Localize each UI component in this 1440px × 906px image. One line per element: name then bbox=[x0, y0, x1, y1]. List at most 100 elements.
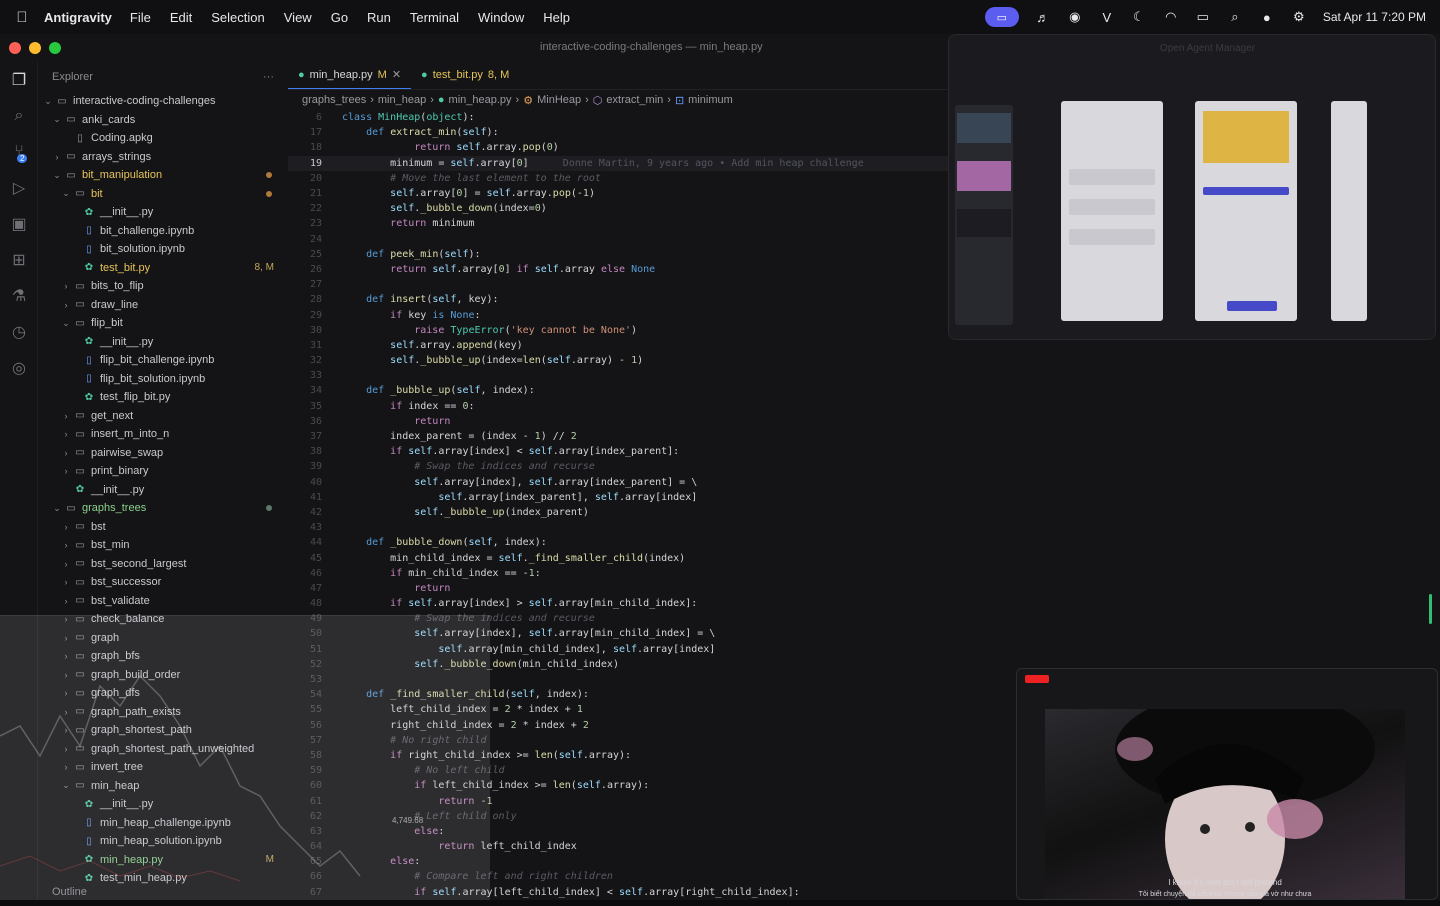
code-line[interactable]: 35 if index == 0: bbox=[288, 399, 948, 414]
code-line[interactable]: 34 def _bubble_up(self, index): bbox=[288, 383, 948, 398]
tab-test-bit[interactable]: ● test_bit.py 8, M bbox=[411, 61, 519, 89]
code-line[interactable]: 51 self.array[min_child_index], self.arr… bbox=[288, 642, 948, 657]
code-line[interactable]: 22 self._bubble_down(index=0) bbox=[288, 201, 948, 216]
menu-help[interactable]: Help bbox=[543, 10, 570, 25]
code-line[interactable]: 31 self.array.append(key) bbox=[288, 338, 948, 353]
tree-item[interactable]: ⌄ ▭ anki_cards bbox=[38, 111, 288, 130]
breadcrumb-item[interactable]: MinHeap bbox=[537, 94, 581, 106]
code-line[interactable]: 52 self._bubble_down(min_child_index) bbox=[288, 657, 948, 672]
design-preview-2[interactable] bbox=[1195, 101, 1297, 321]
tree-item[interactable]: ✿ test_min_heap.py bbox=[38, 869, 288, 888]
code-line[interactable]: 64 return left_child_index bbox=[288, 839, 948, 854]
tree-item[interactable]: › ▭ bits_to_flip bbox=[38, 277, 288, 296]
code-line[interactable]: 49 # Swap the indices and recurse bbox=[288, 611, 948, 626]
code-line[interactable]: 32 self._bubble_up(index=len(self.array)… bbox=[288, 353, 948, 368]
tree-item[interactable]: ✿ __init__.py bbox=[38, 795, 288, 814]
menu-window[interactable]: Window bbox=[478, 10, 524, 25]
tree-item[interactable]: ⌄ ▭ bit_manipulation bbox=[38, 166, 288, 185]
battery-icon[interactable]: ▭ bbox=[1195, 9, 1211, 25]
menu-file[interactable]: File bbox=[130, 10, 151, 25]
tree-item[interactable]: ▯ min_heap_challenge.ipynb bbox=[38, 814, 288, 833]
menu-selection[interactable]: Selection bbox=[211, 10, 264, 25]
breadcrumb-item[interactable]: minimum bbox=[688, 94, 733, 106]
code-line[interactable]: 36 return bbox=[288, 414, 948, 429]
more-actions-icon[interactable]: ··· bbox=[263, 71, 274, 83]
code-line[interactable]: 59 # No left child bbox=[288, 763, 948, 778]
code-line[interactable]: 19 minimum = self.array[0] Donne Martin, … bbox=[288, 155, 948, 171]
tree-item[interactable]: ⌄ ▭ interactive-coding-challenges bbox=[38, 92, 288, 111]
tree-item[interactable]: ▯ bit_solution.ipynb bbox=[38, 240, 288, 259]
tree-item[interactable]: › ▭ invert_tree bbox=[38, 758, 288, 777]
tree-item[interactable]: › ▭ bst_second_largest bbox=[38, 555, 288, 574]
code-line[interactable]: 54 def _find_smaller_child(self, index): bbox=[288, 687, 948, 702]
code-line[interactable]: 6 class MinHeap(object): bbox=[288, 110, 948, 125]
tree-item[interactable]: › ▭ print_binary bbox=[38, 462, 288, 481]
tree-item[interactable]: ✿ test_flip_bit.py bbox=[38, 388, 288, 407]
tree-item[interactable]: ▯ flip_bit_challenge.ipynb bbox=[38, 351, 288, 370]
tree-item[interactable]: ▯ bit_challenge.ipynb bbox=[38, 222, 288, 241]
code-line[interactable]: 53 bbox=[288, 672, 948, 687]
video-pip-panel[interactable]: I know it's over but I still pretend Tôi… bbox=[1016, 668, 1438, 900]
code-line[interactable]: 62 # Left child only bbox=[288, 809, 948, 824]
tree-item[interactable]: › ▭ get_next bbox=[38, 407, 288, 426]
code-line[interactable]: 30 raise TypeError('key cannot be None') bbox=[288, 323, 948, 338]
code-line[interactable]: 47 return bbox=[288, 581, 948, 596]
code-line[interactable]: 20 # Move the last element to the root bbox=[288, 171, 948, 186]
tree-item[interactable]: ✿ __init__.py bbox=[38, 333, 288, 352]
tree-item[interactable]: › ▭ bst_min bbox=[38, 536, 288, 555]
code-line[interactable]: 61 return -1 bbox=[288, 793, 948, 808]
close-window-button[interactable] bbox=[9, 42, 21, 54]
tree-item[interactable]: › ▭ bst_successor bbox=[38, 573, 288, 592]
breadcrumb-item[interactable]: min_heap bbox=[378, 94, 426, 106]
tree-item[interactable]: ▯ min_heap_solution.ipynb bbox=[38, 832, 288, 851]
explorer-icon[interactable]: ❐ bbox=[0, 62, 38, 98]
code-line[interactable]: 37 index_parent = (index - 1) // 2 bbox=[288, 429, 948, 444]
run-debug-icon[interactable]: ▷ bbox=[0, 170, 38, 206]
code-line[interactable]: 67 if self.array[left_child_index] < sel… bbox=[288, 885, 948, 900]
code-line[interactable]: 66 # Compare left and right children bbox=[288, 869, 948, 884]
tree-item[interactable]: › ▭ insert_m_into_n bbox=[38, 425, 288, 444]
tree-item[interactable]: › ▭ graph bbox=[38, 629, 288, 648]
design-preview-1[interactable] bbox=[1061, 101, 1163, 321]
code-line[interactable]: 21 self.array[0] = self.array.pop(-1) bbox=[288, 186, 948, 201]
tab-min-heap[interactable]: ● min_heap.py M ✕ bbox=[288, 61, 412, 89]
tree-item[interactable]: › ▭ bst bbox=[38, 518, 288, 537]
clock[interactable]: Sat Apr 11 7:20 PM bbox=[1323, 10, 1426, 24]
code-line[interactable]: 56 right_child_index = 2 * index + 2 bbox=[288, 718, 948, 733]
code-line[interactable]: 65 else: bbox=[288, 854, 948, 869]
code-line[interactable]: 42 self._bubble_up(index_parent) bbox=[288, 505, 948, 520]
control-center-icon[interactable]: ⚙ bbox=[1291, 9, 1307, 25]
zoom-window-button[interactable] bbox=[49, 42, 61, 54]
tree-item[interactable]: ✿ __init__.py bbox=[38, 481, 288, 500]
app-name-menu[interactable]: Antigravity bbox=[44, 10, 112, 25]
code-line[interactable]: 50 self.array[index], self.array[min_chi… bbox=[288, 626, 948, 641]
extensions-icon[interactable]: ⊞ bbox=[0, 242, 38, 278]
apple-icon[interactable]:  bbox=[0, 9, 44, 26]
code-line[interactable]: 55 left_child_index = 2 * index + 1 bbox=[288, 702, 948, 717]
tree-item[interactable]: ▯ Coding.apkg bbox=[38, 129, 288, 148]
tree-item[interactable]: ⌄ ▭ flip_bit bbox=[38, 314, 288, 333]
tree-item[interactable]: ✿ min_heap.py M bbox=[38, 851, 288, 870]
tree-item[interactable]: › ▭ graph_shortest_path_unweighted bbox=[38, 740, 288, 759]
search-icon[interactable]: ⌕ bbox=[1227, 9, 1243, 25]
tree-item[interactable]: ✿ __init__.py bbox=[38, 203, 288, 222]
tree-item[interactable]: › ▭ pairwise_swap bbox=[38, 444, 288, 463]
outline-section[interactable]: Outline bbox=[52, 886, 87, 898]
agent-manager-panel[interactable]: Open Agent Manager bbox=[948, 34, 1436, 340]
code-line[interactable]: 29 if key is None: bbox=[288, 307, 948, 322]
tree-item[interactable]: › ▭ arrays_strings bbox=[38, 148, 288, 167]
play-circle-icon[interactable]: ◉ bbox=[1067, 9, 1083, 25]
code-line[interactable]: 40 self.array[index], self.array[index_p… bbox=[288, 475, 948, 490]
search-icon[interactable]: ⌕ bbox=[0, 98, 38, 134]
code-line[interactable]: 28 def insert(self, key): bbox=[288, 292, 948, 307]
wifi-icon[interactable]: ◠ bbox=[1163, 9, 1179, 25]
tree-item[interactable]: › ▭ graph_shortest_path bbox=[38, 721, 288, 740]
moon-icon[interactable]: ☾ bbox=[1131, 9, 1147, 25]
code-line[interactable]: 17 def extract_min(self): bbox=[288, 125, 948, 140]
code-line[interactable]: 48 if self.array[index] > self.array[min… bbox=[288, 596, 948, 611]
tree-item[interactable]: › ▭ graph_path_exists bbox=[38, 703, 288, 722]
code-line[interactable]: 45 min_child_index = self._find_smaller_… bbox=[288, 550, 948, 565]
menu-terminal[interactable]: Terminal bbox=[410, 10, 459, 25]
agent-manager-title[interactable]: Open Agent Manager bbox=[1160, 43, 1255, 54]
code-line[interactable]: 18 return self.array.pop(0) bbox=[288, 140, 948, 155]
